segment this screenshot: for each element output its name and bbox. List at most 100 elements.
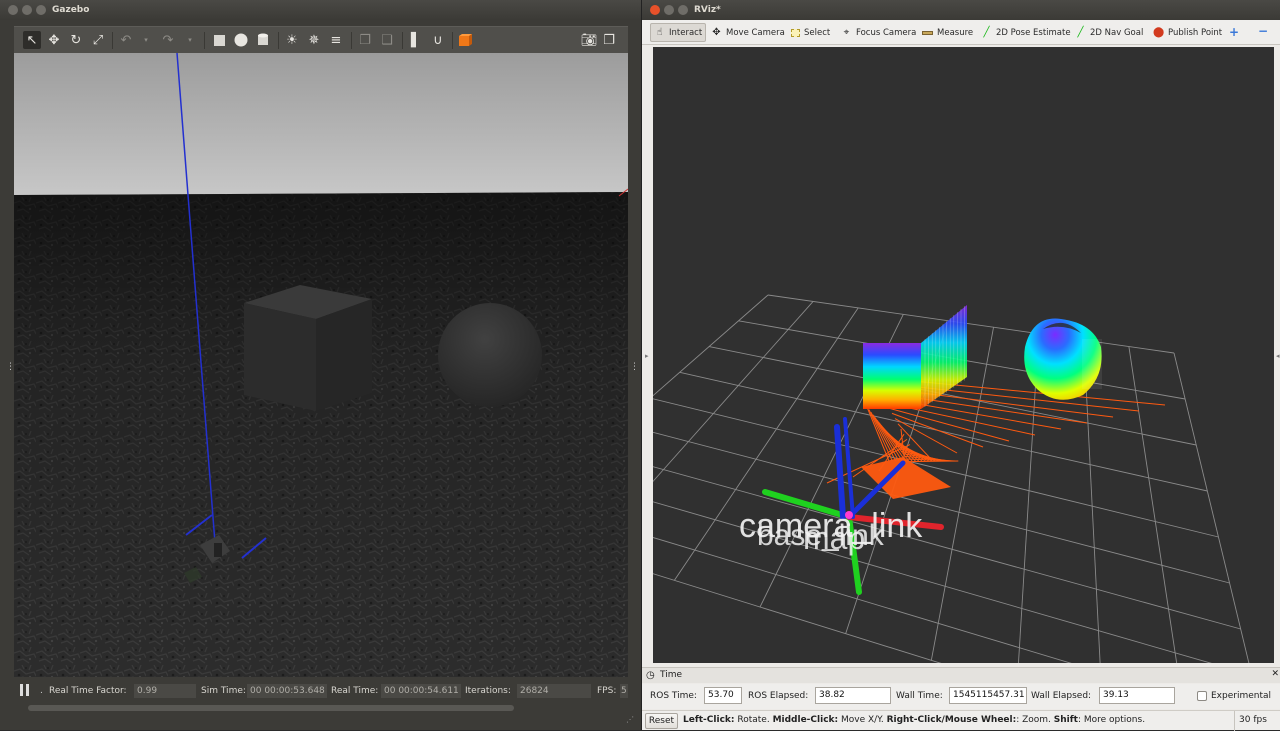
fps-value: 5 [620,684,628,698]
tool-measure[interactable]: Measure [919,23,976,42]
tool-label: Select [804,27,831,38]
reset-button[interactable]: Reset [645,713,678,729]
tool-move-camera[interactable]: ✥ Move Camera [708,23,788,42]
minimize-window-icon[interactable] [22,5,32,15]
tool-label: 2D Pose Estimate [996,27,1071,38]
real-time-factor-value: 0.99 [134,684,196,698]
nav-goal-icon: ╱ [1077,27,1084,38]
gazebo-sphere-model[interactable] [438,303,542,407]
undo-menu-icon[interactable]: ▾ [137,31,155,49]
clock-icon: ◷ [646,670,655,681]
tool-interact[interactable]: ☝ Interact [650,23,707,42]
copy-icon[interactable]: ❐ [356,31,374,49]
tool-publish-point[interactable]: ⬤︎ Publish Point [1150,23,1225,42]
sim-time-value: 00 00:00:53.648 [247,684,327,698]
rotate-icon[interactable]: ↻ [67,31,85,49]
gazebo-box-model[interactable] [244,285,372,411]
experimental-checkbox[interactable] [1197,691,1207,701]
laser-ray [888,407,1010,442]
cylinder-icon[interactable] [254,31,272,49]
interact-icon: ☝ [656,27,663,38]
spot-light-icon[interactable]: ✵ [305,31,323,49]
minimize-window-icon[interactable] [664,5,674,15]
maximize-window-icon[interactable] [36,5,46,15]
close-window-icon[interactable] [650,5,660,15]
box-icon[interactable] [210,31,228,49]
rviz-window: RViz* ☝ Interact ✥ Move Camera Select ⌖ … [641,0,1280,731]
iterations-label: Iterations: [465,686,511,696]
gazebo-toolbar: ↖ ✥ ↻ ⤢ ↶ ▾ ↷ ▾ ☀ ✵ ≡ ❐ ❑ ▌ ∪ 📷︎ ❐ [14,26,628,53]
time-panel: ROS Time: 53.70 ROS Elapsed: 38.82 Wall … [642,684,1280,709]
tool-2d-nav-goal[interactable]: ╱ 2D Nav Goal [1072,23,1146,42]
real-time-value: 00 00:00:54.611 [381,684,461,698]
tf-label-map: map [803,520,865,556]
directional-light-icon[interactable]: ≡ [327,31,345,49]
add-tool-icon[interactable]: + [1229,25,1239,39]
real-time-label: Real Time: [331,686,379,696]
gazebo-scene [14,53,628,677]
tool-label: Focus Camera [856,27,917,38]
wall-elapsed-field[interactable]: 39.13 [1099,687,1175,704]
tool-label: Move Camera [726,27,785,38]
hint-right-click-desc: : Zoom. [1016,715,1054,725]
tool-label: 2D Nav Goal [1090,27,1144,38]
snap-icon[interactable]: ∪ [429,31,447,49]
tool-2d-pose-estimate[interactable]: ╱ 2D Pose Estimate [978,23,1074,42]
grid-line [653,294,769,397]
ros-time-field[interactable]: 53.70 [704,687,742,704]
redo-menu-icon[interactable]: ▾ [181,31,199,49]
right-panel-collapse-icon[interactable]: ◂ [1276,352,1280,360]
experimental-label: Experimental [1211,691,1272,701]
record-icon[interactable]: ❐ [600,31,618,49]
sphere-icon[interactable] [232,31,250,49]
tool-focus-camera[interactable]: ⌖ Focus Camera [838,23,919,42]
grid-line [653,573,942,663]
horizontal-scrollbar[interactable] [28,705,514,711]
resize-grip-icon[interactable]: ⋰ [626,715,634,724]
pose-estimate-icon: ╱ [983,27,990,38]
redo-icon[interactable]: ↷ [159,31,177,49]
select-box-icon [791,28,800,37]
scale-icon[interactable]: ⤢ [89,31,107,49]
pointcloud-sphere [1024,318,1102,400]
point-light-icon[interactable]: ☀ [283,31,301,49]
fps-label: FPS: [597,686,617,696]
hint-right-click: Right-Click/Mouse Wheel: [886,715,1017,725]
gazebo-3d-viewport[interactable] [14,53,628,677]
remove-tool-icon[interactable]: − [1258,24,1268,38]
screenshot-icon[interactable]: 📷︎ [580,31,598,49]
maximize-window-icon[interactable] [678,5,688,15]
mouse-hint-text: Left-Click: Rotate. Middle-Click: Move X… [683,715,1145,725]
window-title: RViz* [694,5,721,15]
right-dock-grip[interactable]: ⋮ [630,362,639,372]
tool-label: Publish Point [1168,27,1223,38]
ruler-icon [922,30,933,35]
wall-time-field[interactable]: 1545115457.31 [949,687,1027,704]
tf-frames [762,417,944,595]
translate-icon[interactable]: ✥ [45,31,63,49]
align-icon[interactable]: ▌ [407,31,425,49]
focus-camera-icon: ⌖ [843,27,850,38]
fps-indicator: 30 fps [1234,711,1267,731]
left-panel-collapse-icon[interactable]: ▸ [645,352,649,360]
laser-ray [908,460,959,463]
paste-icon[interactable]: ❑ [378,31,396,49]
close-window-icon[interactable] [8,5,18,15]
view-angle-icon[interactable] [457,31,475,49]
wall-elapsed-label: Wall Elapsed: [1031,691,1092,701]
pause-icon[interactable] [20,684,29,696]
sim-time-label: Sim Time: [201,686,246,696]
tf-z-axis-2 [843,417,855,519]
close-panel-icon[interactable]: ✕ [1271,669,1279,679]
select-icon[interactable]: ↖ [23,31,41,49]
status-hint-bar: Reset Left-Click: Rotate. Middle-Click: … [642,710,1280,731]
hint-shift: Shift [1053,715,1078,725]
ros-elapsed-field[interactable]: 38.82 [815,687,891,704]
hint-middle-click: Middle-Click: [772,715,839,725]
undo-icon[interactable]: ↶ [117,31,135,49]
tool-select[interactable]: Select [788,23,833,42]
rviz-3d-render-view[interactable]: camera_link base_link map [653,47,1274,663]
gazebo-window: Gazebo ↖ ✥ ↻ ⤢ ↶ ▾ ↷ ▾ ☀ ✵ ≡ ❐ ❑ ▌ ∪ 📷︎ … [0,0,641,730]
grid-line [653,431,1230,584]
window-title: Gazebo [52,5,90,15]
